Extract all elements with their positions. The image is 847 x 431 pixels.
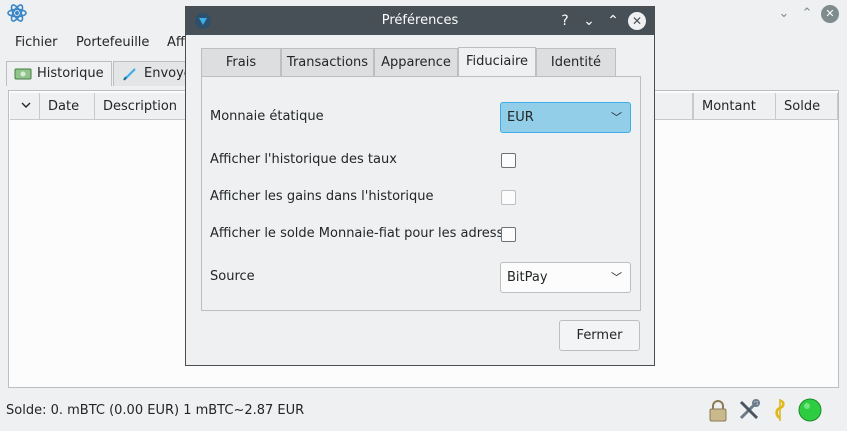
source-select[interactable]: BitPay ﹀ bbox=[500, 262, 631, 293]
column-spacer bbox=[655, 93, 693, 120]
maximize-icon[interactable]: ⌃ bbox=[604, 12, 622, 30]
column-date[interactable]: Date bbox=[40, 93, 95, 120]
tab-apparence[interactable]: Apparence bbox=[374, 48, 458, 77]
tab-envoyer[interactable]: Envoye bbox=[113, 61, 193, 86]
rate-history-checkbox[interactable] bbox=[501, 153, 516, 168]
address-fiat-balance-checkbox[interactable] bbox=[501, 227, 516, 242]
electrum-logo-icon bbox=[7, 4, 27, 22]
menu-portefeuille[interactable]: Portefeuille bbox=[76, 35, 149, 50]
chevron-down-icon: ﹀ bbox=[611, 111, 622, 124]
fiat-currency-value: EUR bbox=[507, 110, 534, 125]
fiat-currency-select[interactable]: EUR ﹀ bbox=[500, 102, 631, 133]
minimize-icon[interactable]: ⌄ bbox=[580, 12, 598, 30]
address-fiat-balance-label: Afficher le solde Monnaie-fiat pour les … bbox=[210, 226, 512, 241]
tab-historique[interactable]: Historique bbox=[6, 61, 112, 86]
tools-icon[interactable] bbox=[737, 398, 761, 422]
column-description[interactable]: Description bbox=[95, 93, 186, 120]
maximize-icon[interactable]: ⌃ bbox=[799, 6, 815, 22]
menu-fichier[interactable]: Fichier bbox=[15, 35, 58, 50]
tab-transactions[interactable]: Transactions bbox=[281, 48, 374, 77]
network-status-icon[interactable] bbox=[798, 398, 822, 422]
chevron-down-icon bbox=[21, 102, 31, 108]
dialog-titlebar[interactable]: Préférences ? ⌄ ⌃ ✕ bbox=[186, 7, 654, 35]
column-montant[interactable]: Montant bbox=[693, 93, 776, 120]
close-button[interactable]: Fermer bbox=[559, 320, 640, 351]
menu-affichage[interactable]: Aff bbox=[167, 35, 185, 50]
help-icon[interactable]: ? bbox=[556, 12, 574, 30]
chevron-down-icon: ﹀ bbox=[611, 271, 622, 284]
tab-identite[interactable]: Identité bbox=[536, 48, 616, 77]
source-label: Source bbox=[210, 269, 255, 284]
status-balance: Solde: 0. mBTC (0.00 EUR) 1 mBTC~2.87 EU… bbox=[6, 403, 305, 418]
minimize-icon[interactable]: ⌄ bbox=[776, 6, 792, 22]
send-icon bbox=[123, 68, 136, 81]
gains-history-label: Afficher les gains dans l'historique bbox=[210, 189, 434, 204]
tab-historique-label: Historique bbox=[37, 66, 104, 81]
source-value: BitPay bbox=[507, 270, 548, 285]
gains-history-checkbox[interactable] bbox=[501, 190, 516, 205]
preferences-dialog: Préférences ? ⌄ ⌃ ✕ Frais Transactions A… bbox=[185, 6, 655, 366]
fiat-currency-label: Monnaie étatique bbox=[210, 109, 324, 124]
rate-history-label: Afficher l'historique des taux bbox=[210, 152, 397, 167]
lock-icon[interactable] bbox=[706, 398, 730, 422]
fiat-settings-panel: Monnaie étatique EUR ﹀ Afficher l'histor… bbox=[201, 76, 641, 311]
tab-fiduciaire[interactable]: Fiduciaire bbox=[458, 47, 536, 78]
header-sort-toggle[interactable] bbox=[10, 93, 40, 120]
close-icon[interactable]: ✕ bbox=[628, 12, 646, 30]
history-icon bbox=[14, 68, 32, 80]
column-solde[interactable]: Solde bbox=[776, 93, 838, 120]
close-icon[interactable]: ✕ bbox=[821, 5, 839, 23]
tab-frais[interactable]: Frais bbox=[201, 48, 281, 77]
seed-icon[interactable] bbox=[768, 398, 792, 422]
